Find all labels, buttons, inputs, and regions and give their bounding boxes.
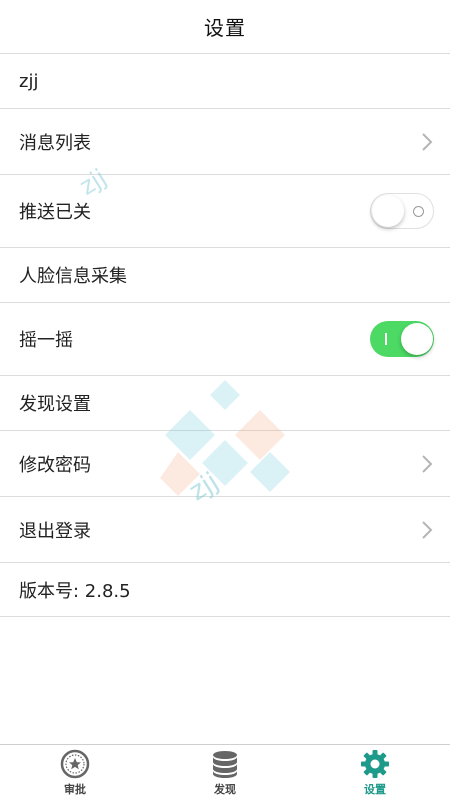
- discover-settings-label: 发现设置: [19, 394, 91, 415]
- username-label: zjj: [19, 71, 39, 92]
- tab-approval[interactable]: 审批: [0, 745, 150, 800]
- page-title: 设置: [204, 16, 246, 40]
- settings-row-change-password[interactable]: 修改密码: [0, 431, 450, 497]
- gear-icon: [360, 749, 390, 779]
- settings-row-logout[interactable]: 退出登录: [0, 497, 450, 563]
- tab-settings[interactable]: 设置: [300, 745, 450, 800]
- toggle-on-mark-icon: [385, 333, 387, 345]
- messages-label: 消息列表: [19, 132, 91, 154]
- chevron-right-icon: [420, 520, 434, 540]
- face-capture-label: 人脸信息采集: [19, 266, 127, 287]
- tab-label: 发现: [214, 783, 236, 796]
- settings-row-discover[interactable]: 发现设置: [0, 376, 450, 431]
- settings-row-shake: 摇一摇: [0, 303, 450, 376]
- push-label: 推送已关: [19, 202, 91, 223]
- settings-row-messages[interactable]: 消息列表: [0, 109, 450, 175]
- toggle-knob: [372, 195, 404, 227]
- settings-row-face[interactable]: 人脸信息采集: [0, 248, 450, 303]
- settings-row-user: zjj: [0, 55, 450, 109]
- shake-toggle[interactable]: [370, 321, 434, 357]
- top-bar: 设置: [0, 0, 450, 54]
- bottom-tab-bar: 审批 发现 设置: [0, 744, 450, 800]
- tab-label: 审批: [64, 783, 86, 796]
- change-password-label: 修改密码: [19, 454, 91, 476]
- settings-row-version: 版本号: 2.8.5: [0, 563, 450, 617]
- chevron-right-icon: [420, 454, 434, 474]
- tab-label: 设置: [364, 783, 386, 796]
- tab-discover[interactable]: 发现: [150, 745, 300, 800]
- approval-icon: [60, 749, 90, 779]
- version-label: 版本号: 2.8.5: [19, 580, 131, 602]
- toggle-off-mark-icon: [413, 206, 424, 217]
- push-toggle[interactable]: [370, 193, 434, 229]
- database-icon: [210, 749, 240, 779]
- settings-row-push: 推送已关: [0, 175, 450, 248]
- chevron-right-icon: [420, 132, 434, 152]
- logout-label: 退出登录: [19, 520, 91, 542]
- shake-label: 摇一摇: [19, 330, 73, 351]
- toggle-knob: [401, 323, 433, 355]
